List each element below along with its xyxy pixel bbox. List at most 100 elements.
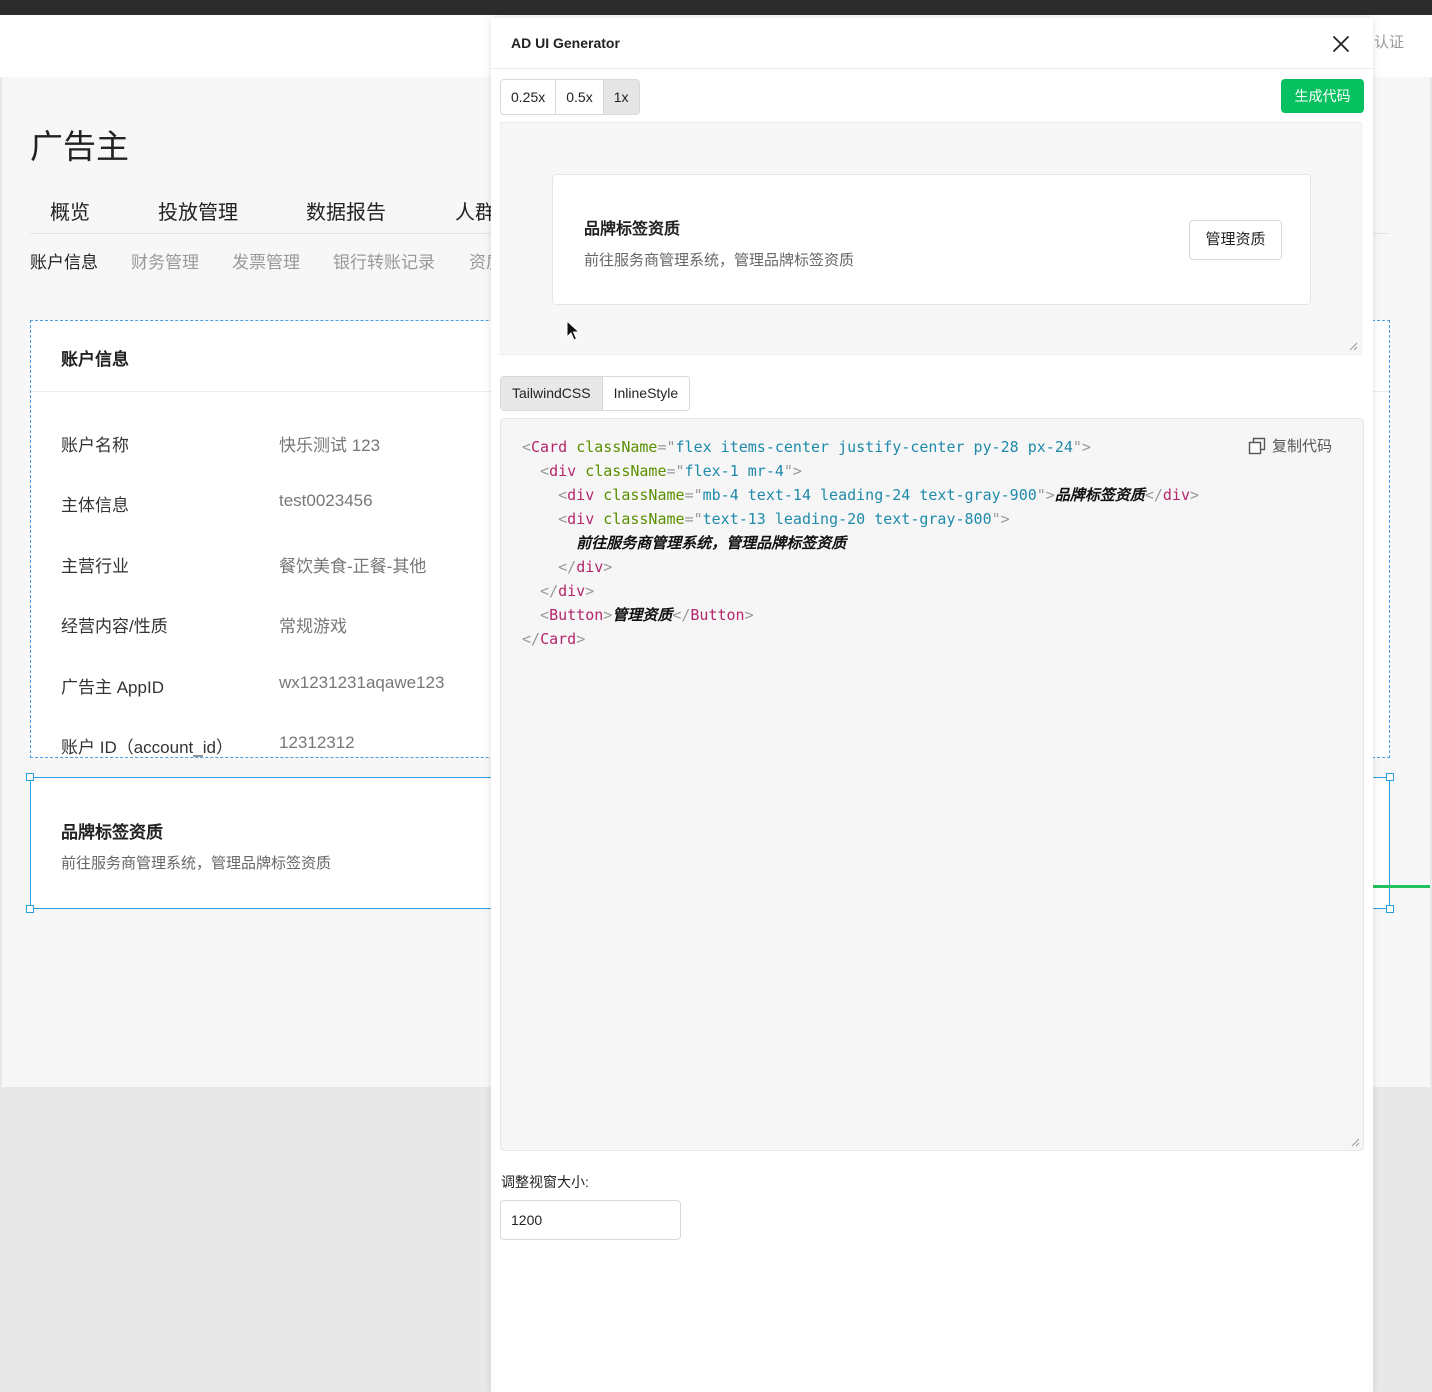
mouse-cursor-icon xyxy=(566,320,580,341)
page-title: 广告主 xyxy=(30,128,129,165)
subnav-finance[interactable]: 财务管理 xyxy=(131,248,199,273)
account-name-value: 快乐测试 123 xyxy=(279,436,381,455)
tab-inlinestyle[interactable]: InlineStyle xyxy=(602,377,690,410)
code-token: =" xyxy=(666,462,685,480)
code-token: </ xyxy=(672,606,691,624)
code-token: text-13 leading-20 text-gray-800 xyxy=(702,510,992,528)
code-token: Button xyxy=(549,606,604,624)
subnav-bank-transfer[interactable]: 银行转账记录 xyxy=(333,248,435,273)
preview-area: 品牌标签资质 前往服务商管理系统，管理品牌标签资质 管理资质 xyxy=(500,122,1362,355)
business-value: 常规游戏 xyxy=(279,617,347,636)
scale-toggle-group: 0.25x 0.5x 1x xyxy=(500,79,640,115)
nav-campaign-management[interactable]: 投放管理 xyxy=(158,196,238,225)
code-token: div xyxy=(558,582,586,600)
code-token: div xyxy=(567,486,595,504)
brand-card-desc: 前往服务商管理系统，管理品牌标签资质 xyxy=(61,855,332,872)
preview-card: 品牌标签资质 前往服务商管理系统，管理品牌标签资质 管理资质 xyxy=(552,174,1311,305)
entity-label: 主体信息 xyxy=(61,496,129,515)
selection-handle-top-right[interactable] xyxy=(1386,773,1394,781)
industry-value: 餐饮美食-正餐-其他 xyxy=(279,557,427,576)
account-id-label: 账户 ID（account_id） xyxy=(61,738,233,757)
code-token: > xyxy=(603,558,613,576)
code-token: div xyxy=(549,462,577,480)
code-token: > xyxy=(744,606,754,624)
selection-handle-bottom-right[interactable] xyxy=(1386,905,1394,913)
account-name-label: 账户名称 xyxy=(61,436,129,455)
resize-grip-icon[interactable] xyxy=(1348,341,1358,351)
code-token: > xyxy=(1190,486,1200,504)
account-id-value: 12312312 xyxy=(279,733,355,752)
code-token: > xyxy=(576,630,586,648)
subnav-account-info[interactable]: 账户信息 xyxy=(30,248,98,273)
code-token: className xyxy=(585,462,667,480)
brand-card-title: 品牌标签资质 xyxy=(61,823,163,842)
code-token: </ xyxy=(522,582,559,600)
code-token: "> xyxy=(1036,486,1055,504)
selection-handle-top-left[interactable] xyxy=(26,773,34,781)
code-token: 前往服务商管理系统，管理品牌标签资质 xyxy=(576,534,847,552)
code-line: <div className="text-13 leading-20 text-… xyxy=(522,507,1199,531)
appid-label: 广告主 AppID xyxy=(61,678,164,697)
code-line: <div className="mb-4 text-14 leading-24 … xyxy=(522,483,1199,507)
preview-card-title: 品牌标签资质 xyxy=(584,221,681,238)
generate-code-button[interactable]: 生成代码 xyxy=(1281,79,1364,113)
code-token: "> xyxy=(783,462,802,480)
code-token: div xyxy=(576,558,604,576)
code-token: flex items-center justify-center py-28 p… xyxy=(675,438,1073,456)
code-line: 前往服务商管理系统，管理品牌标签资质 xyxy=(522,531,1199,555)
top-bar xyxy=(0,0,1432,15)
code-token: </ xyxy=(1144,486,1163,504)
nav-overview[interactable]: 概览 xyxy=(50,196,90,225)
preview-card-desc: 前往服务商管理系统，管理品牌标签资质 xyxy=(584,252,855,269)
code-token: 品牌标签资质 xyxy=(1054,486,1145,504)
code-token: < xyxy=(522,486,568,504)
viewport-size-input[interactable] xyxy=(500,1200,681,1240)
business-label: 经营内容/性质 xyxy=(61,617,168,636)
code-line: </div> xyxy=(522,555,1199,579)
code-token: flex-1 mr-4 xyxy=(684,462,784,480)
code-token: =" xyxy=(657,438,676,456)
code-line: <Button>管理资质</Button> xyxy=(522,603,1199,627)
code-token: className xyxy=(603,510,685,528)
code-token: =" xyxy=(684,510,703,528)
viewport-size-label: 调整视窗大小: xyxy=(501,1174,589,1190)
code-line: </div> xyxy=(522,579,1199,603)
nav-data-report[interactable]: 数据报告 xyxy=(306,196,386,225)
nav-audience[interactable]: 人群 xyxy=(455,196,495,225)
resize-grip-icon[interactable] xyxy=(1350,1137,1360,1147)
code-token: div xyxy=(1162,486,1190,504)
selection-handle-bottom-left[interactable] xyxy=(26,905,34,913)
code-token: div xyxy=(567,510,595,528)
code-token: < xyxy=(522,462,550,480)
code-token: "> xyxy=(991,510,1010,528)
scale-025-button[interactable]: 0.25x xyxy=(501,80,557,114)
code-output-box[interactable]: <Card className="flex items-center justi… xyxy=(500,418,1364,1151)
subnav-invoice[interactable]: 发票管理 xyxy=(232,248,300,273)
close-icon[interactable] xyxy=(1329,32,1353,56)
industry-label: 主营行业 xyxy=(61,557,129,576)
scale-05-button[interactable]: 0.5x xyxy=(556,80,604,114)
copy-code-label: 复制代码 xyxy=(1272,438,1333,455)
appid-value: wx1231231aqawe123 xyxy=(279,673,445,692)
copy-icon xyxy=(1248,437,1266,454)
code-line: <Card className="flex items-center justi… xyxy=(522,435,1199,459)
code-block: <Card className="flex items-center justi… xyxy=(522,435,1199,651)
code-token: > xyxy=(603,606,613,624)
code-token: < xyxy=(522,606,550,624)
manage-qualification-button[interactable]: 管理资质 xyxy=(1189,220,1282,260)
tab-tailwindcss[interactable]: TailwindCSS xyxy=(501,377,603,410)
code-token: < xyxy=(522,438,532,456)
copy-code-button[interactable]: 复制代码 xyxy=(1248,435,1332,456)
scale-1-button[interactable]: 1x xyxy=(603,80,639,114)
code-token: </ xyxy=(522,558,577,576)
code-token: Button xyxy=(690,606,745,624)
verify-link[interactable]: 认证 xyxy=(1374,31,1404,52)
code-token: </ xyxy=(522,630,541,648)
guide-line xyxy=(1372,885,1430,888)
code-token: mb-4 text-14 leading-24 text-gray-900 xyxy=(702,486,1037,504)
style-tabs: TailwindCSS InlineStyle xyxy=(500,376,691,411)
code-token: "> xyxy=(1072,438,1091,456)
